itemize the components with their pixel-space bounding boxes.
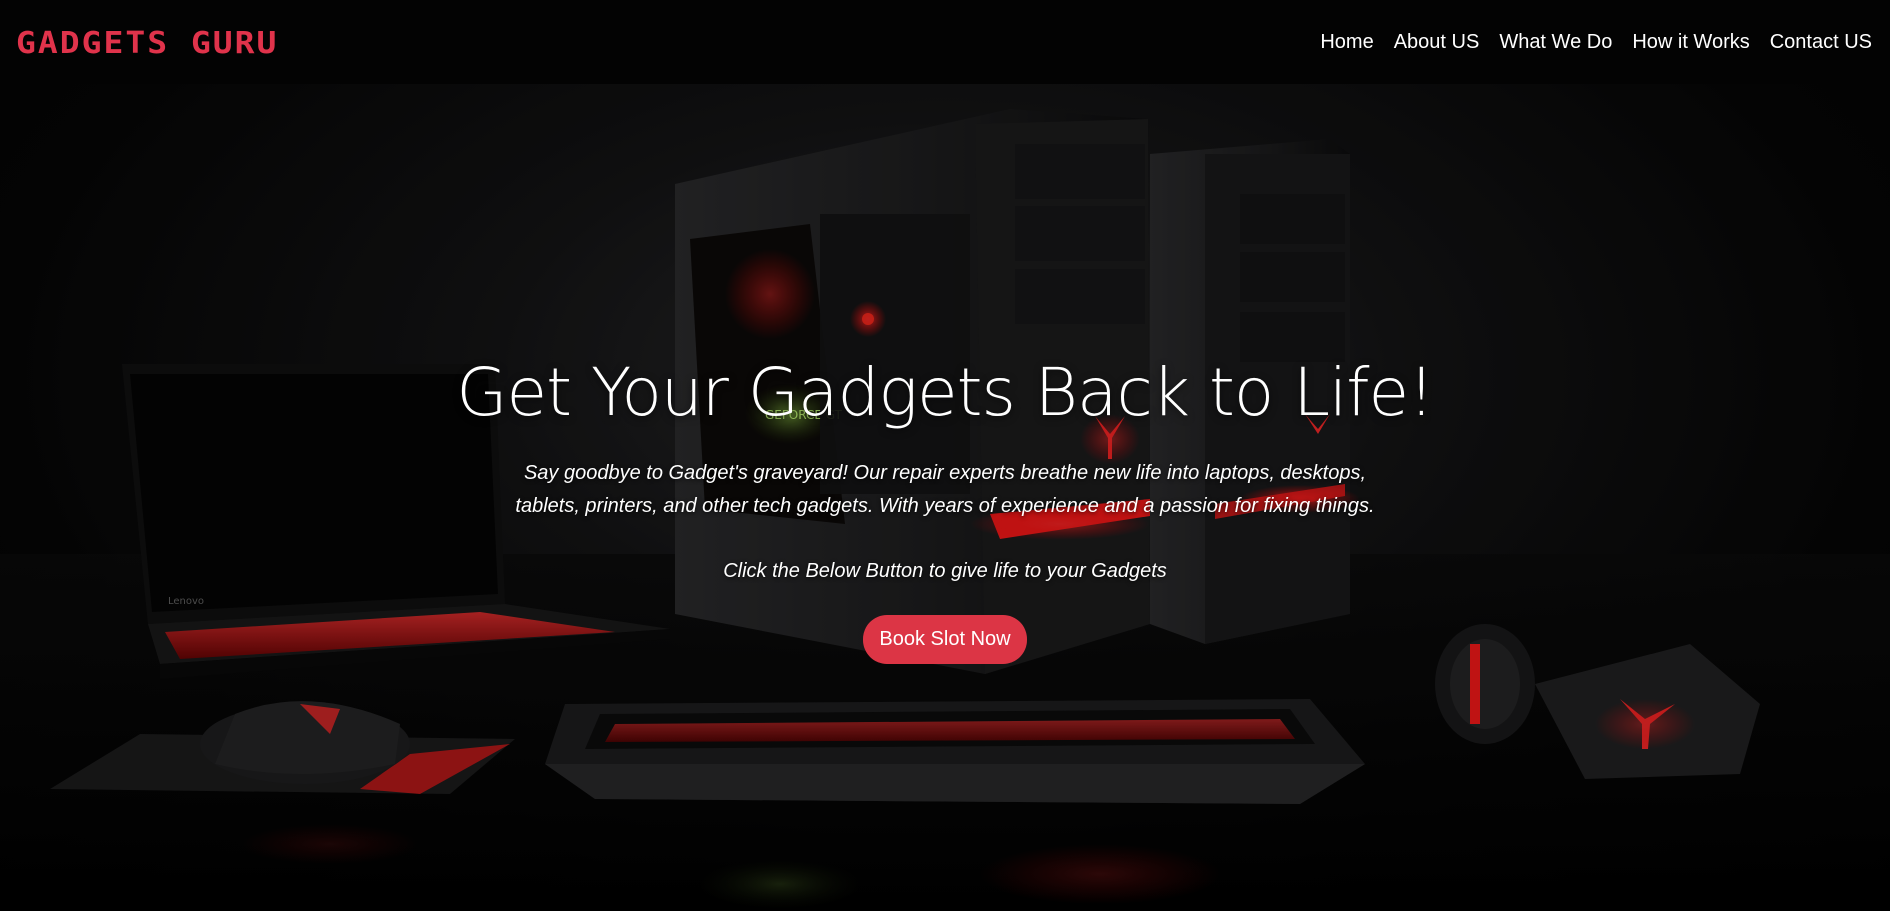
hero-content: Get Your Gadgets Back to Life! Say goodb… — [0, 354, 1890, 664]
navbar: GADGETS GURU Home About US What We Do Ho… — [0, 0, 1890, 84]
brand-logo[interactable]: GADGETS GURU — [16, 24, 278, 60]
hero-cta-text: Click the Below Button to give life to y… — [723, 560, 1167, 582]
nav-home-link[interactable]: Home — [1320, 31, 1373, 54]
nav-contact-link[interactable]: Contact US — [1770, 31, 1872, 54]
nav-about-link[interactable]: About US — [1394, 31, 1480, 54]
nav-how-it-works-link[interactable]: How it Works — [1632, 31, 1749, 54]
hero-subtitle: Say goodbye to Gadget's graveyard! Our r… — [515, 462, 1375, 517]
book-slot-button[interactable]: Book Slot Now — [863, 615, 1027, 664]
nav-what-we-do-link[interactable]: What We Do — [1499, 31, 1612, 54]
hero-title: Get Your Gadgets Back to Life! — [456, 354, 1434, 431]
nav-links: Home About US What We Do How it Works Co… — [1320, 31, 1872, 54]
hero-section: GEFORCE GT Lenovo Get Your Gadgets Back … — [0, 84, 1890, 911]
